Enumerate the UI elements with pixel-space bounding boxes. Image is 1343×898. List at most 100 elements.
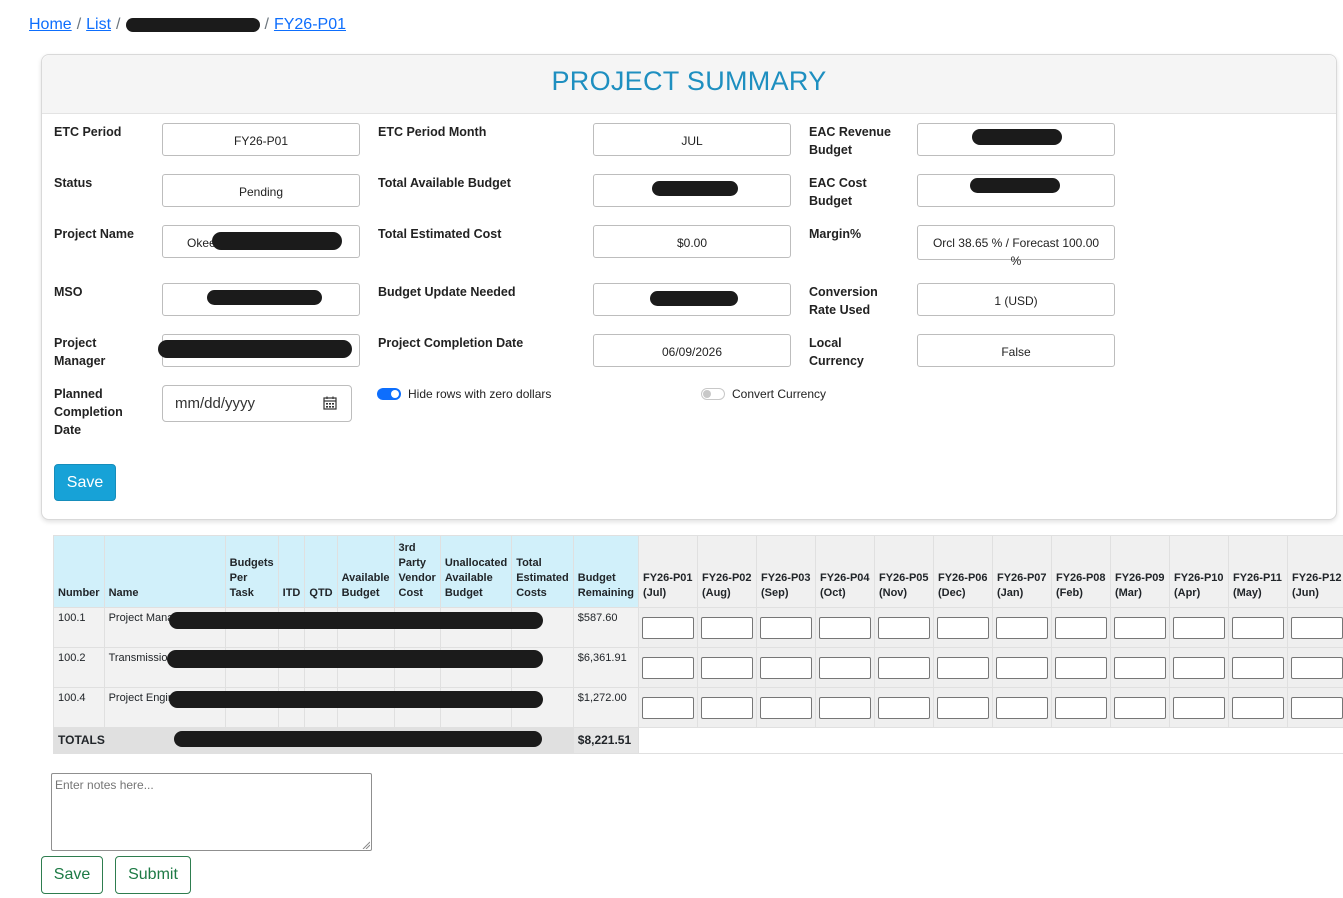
- period-input[interactable]: [1113, 616, 1166, 639]
- period-input[interactable]: [1290, 616, 1343, 639]
- calendar-icon[interactable]: [323, 396, 337, 410]
- planned-completion-date-input[interactable]: mm/dd/yyyy: [162, 385, 352, 422]
- row-number: 100.4: [53, 687, 105, 728]
- period-input[interactable]: [700, 656, 753, 679]
- col-header-period: FY26-P06 (Dec): [932, 535, 993, 608]
- col-header-period: FY26-P11 (May): [1227, 535, 1288, 608]
- period-input[interactable]: [1054, 656, 1107, 679]
- period-input[interactable]: [995, 616, 1048, 639]
- period-input[interactable]: [641, 616, 694, 639]
- total-estimated-cost-value: $0.00: [593, 225, 791, 258]
- period-input[interactable]: [877, 616, 930, 639]
- period-input[interactable]: [1172, 696, 1225, 719]
- budget-update-needed-label: Budget Update Needed: [378, 285, 516, 299]
- page-title: PROJECT SUMMARY: [551, 66, 827, 96]
- period-input[interactable]: [818, 696, 871, 719]
- col-header-period: FY26-P09 (Mar): [1109, 535, 1170, 608]
- col-header-budgets-per-task: Budgets Per Task: [224, 535, 279, 608]
- redaction-mark: [652, 181, 738, 196]
- breadcrumb: Home / List / / FY26-P01: [29, 16, 346, 34]
- cell: [638, 727, 1343, 754]
- col-header-period: FY26-P08 (Feb): [1050, 535, 1111, 608]
- period-input[interactable]: [877, 696, 930, 719]
- col-header-period: FY26-P07 (Jan): [991, 535, 1052, 608]
- resize-handle-icon[interactable]: [362, 841, 370, 849]
- notes-placeholder: Enter notes here...: [55, 778, 154, 792]
- summary-save-button[interactable]: Save: [54, 464, 116, 501]
- period-input[interactable]: [1113, 656, 1166, 679]
- total-estimated-cost-label: Total Estimated Cost: [378, 227, 502, 241]
- period-input[interactable]: [936, 616, 989, 639]
- notes-textarea[interactable]: Enter notes here...: [51, 773, 372, 851]
- breadcrumb-redacted-segment: [125, 17, 260, 32]
- period-input[interactable]: [818, 616, 871, 639]
- period-input[interactable]: [995, 696, 1048, 719]
- period-input[interactable]: [1172, 656, 1225, 679]
- redaction-mark: [158, 340, 352, 358]
- period-input[interactable]: [1054, 616, 1107, 639]
- margin-label: Margin%: [809, 227, 862, 241]
- status-value: Pending: [162, 174, 360, 207]
- period-input[interactable]: [641, 696, 694, 719]
- save-button[interactable]: Save: [41, 856, 103, 894]
- period-input[interactable]: [1231, 656, 1284, 679]
- project-summary-card: PROJECT SUMMARY ETC Period FY26-P01 Stat…: [41, 54, 1337, 520]
- col-header-unallocated-available-budget: Unallocated Available Budget: [439, 535, 513, 608]
- breadcrumb-list-link[interactable]: List: [86, 16, 111, 33]
- col-header-total-estimated-costs: Total Estimated Costs: [511, 535, 574, 608]
- period-input[interactable]: [759, 656, 812, 679]
- period-input[interactable]: [1290, 696, 1343, 719]
- col-header-name: Name: [103, 535, 226, 608]
- period-input[interactable]: [1231, 696, 1284, 719]
- col-header-period: FY26-P05 (Nov): [873, 535, 934, 608]
- redaction-mark: [970, 178, 1060, 193]
- period-input[interactable]: [995, 656, 1048, 679]
- etc-period-month-value: JUL: [593, 123, 791, 156]
- redaction-mark: [972, 129, 1062, 145]
- period-input[interactable]: [759, 616, 812, 639]
- col-header-period: FY26-P02 (Aug): [696, 535, 757, 608]
- period-input[interactable]: [936, 696, 989, 719]
- redaction-mark: [212, 232, 342, 250]
- period-input[interactable]: [641, 656, 694, 679]
- convert-currency-toggle[interactable]: [701, 388, 725, 400]
- period-input[interactable]: [936, 656, 989, 679]
- row-number: 100.1: [53, 607, 105, 648]
- totals-budget-remaining: $8,221.51: [572, 727, 639, 754]
- breadcrumb-current-link[interactable]: FY26-P01: [274, 16, 346, 33]
- planned-completion-date-label: Planned Completion Date: [54, 387, 123, 437]
- breadcrumb-separator: /: [116, 16, 121, 33]
- col-header-itd: ITD: [277, 535, 306, 608]
- card-header: PROJECT SUMMARY: [42, 55, 1336, 114]
- period-input[interactable]: [1172, 616, 1225, 639]
- hide-zero-rows-toggle[interactable]: [377, 388, 401, 400]
- period-input[interactable]: [1054, 696, 1107, 719]
- toggle-knob: [703, 390, 711, 398]
- period-input[interactable]: [877, 656, 930, 679]
- redaction-mark: [207, 290, 322, 305]
- col-header-budget-remaining: Budget Remaining: [572, 535, 639, 608]
- col-header-period: FY26-P04 (Oct): [814, 535, 875, 608]
- redaction-mark: [169, 691, 543, 708]
- etc-table: Number Name Budgets Per Task ITD QTD Ava…: [53, 535, 1343, 754]
- mso-label: MSO: [54, 285, 83, 299]
- total-available-budget-label: Total Available Budget: [378, 176, 511, 190]
- period-input[interactable]: [1231, 616, 1284, 639]
- conversion-rate-used-value: 1 (USD): [917, 283, 1115, 316]
- date-placeholder: mm/dd/yyyy: [175, 395, 256, 412]
- period-input[interactable]: [700, 616, 753, 639]
- etc-period-value: FY26-P01: [162, 123, 360, 156]
- project-name-label: Project Name: [54, 227, 134, 241]
- period-input[interactable]: [700, 696, 753, 719]
- col-header-period: FY26-P12 (Jun): [1286, 535, 1343, 608]
- breadcrumb-home-link[interactable]: Home: [29, 16, 72, 33]
- row-budget-remaining: $587.60: [572, 607, 639, 648]
- period-input[interactable]: [818, 656, 871, 679]
- period-input[interactable]: [1113, 696, 1166, 719]
- period-input[interactable]: [1290, 656, 1343, 679]
- project-completion-date-label: Project Completion Date: [378, 336, 524, 350]
- redaction-mark: [167, 650, 543, 668]
- row-number: 100.2: [53, 647, 105, 688]
- submit-button[interactable]: Submit: [115, 856, 191, 894]
- period-input[interactable]: [759, 696, 812, 719]
